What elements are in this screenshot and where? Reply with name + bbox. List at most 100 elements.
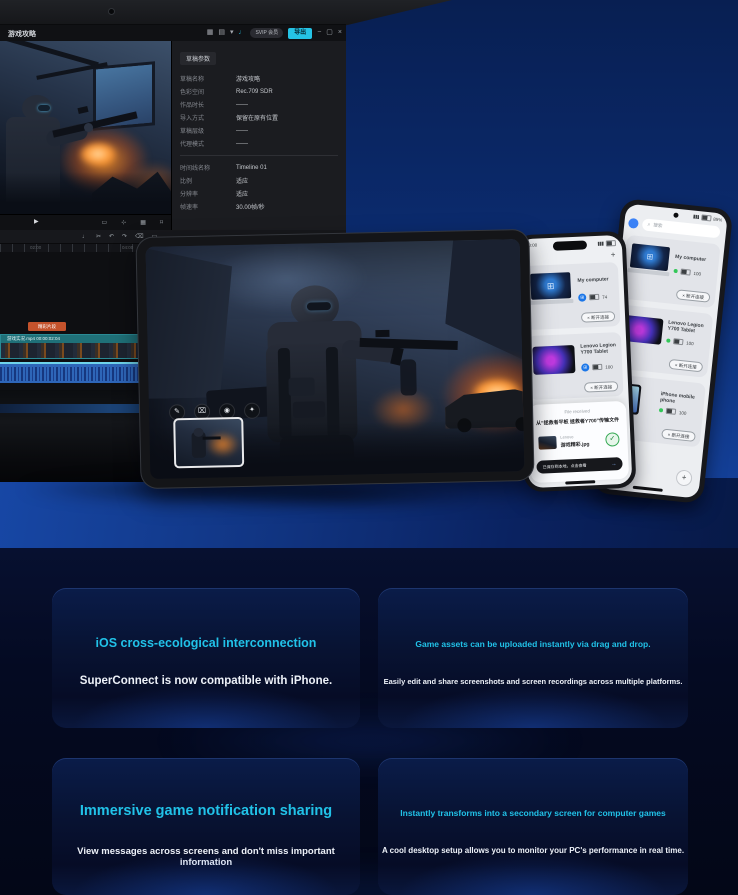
battery-icon: [592, 364, 602, 370]
rifle-scope: [375, 330, 389, 337]
undo-icon[interactable]: ↶: [109, 230, 114, 244]
home-indicator: [633, 486, 663, 492]
property-row: 分辨率适应: [180, 187, 338, 200]
property-label: 导入方式: [180, 113, 236, 122]
disconnect-button[interactable]: × 断开连接: [668, 359, 703, 372]
effects-button[interactable]: ✦: [244, 403, 260, 419]
property-label: 帧速率: [180, 202, 236, 211]
fit-icon[interactable]: ⊹: [121, 216, 126, 230]
battery-icon: [701, 214, 712, 221]
video-clip-label: 游戏实况.mp4 00:00:02:04: [1, 335, 143, 343]
property-row: 草稿层级——: [180, 124, 338, 137]
property-label: 比例: [180, 176, 236, 185]
soldier-visor: [307, 302, 331, 311]
rifle-scope: [77, 106, 88, 114]
disconnect-label: 断开连接: [594, 384, 612, 390]
avatar[interactable]: [628, 218, 639, 229]
saved-banner[interactable]: 已保存到本地，点击查看 →: [536, 457, 622, 474]
maximize-icon[interactable]: ▢: [326, 25, 333, 41]
record-icon: ◉: [224, 407, 230, 414]
windows-logo-icon: ⊞: [630, 243, 670, 271]
mic-icon[interactable]: ♩: [82, 230, 88, 244]
check-icon: ✓: [609, 435, 615, 442]
property-row: 帧速率30.00帧/秒: [180, 200, 338, 213]
minimize-icon[interactable]: −: [317, 25, 321, 41]
battery-percent: 85%: [713, 216, 722, 222]
disconnect-button[interactable]: × 断开连接: [676, 289, 711, 302]
ruler-label: 04:00: [122, 245, 133, 250]
success-check-badge: ✓: [605, 432, 620, 447]
feature-title: iOS cross-ecological interconnection: [52, 636, 360, 650]
feature-card: iOS cross-ecological interconnection Sup…: [52, 588, 360, 728]
disconnect-label: 断开连接: [591, 314, 609, 320]
device-battery: 100: [605, 364, 613, 369]
panel-toggle-icon[interactable]: ▤: [218, 25, 225, 41]
play-icon[interactable]: ▶: [34, 218, 39, 225]
disconnect-button[interactable]: × 断开连接: [581, 311, 615, 322]
connected-dot: [666, 338, 670, 342]
layout-icon[interactable]: ▦: [207, 25, 214, 41]
property-value: 30.00帧/秒: [236, 202, 265, 211]
search-icon: ⌕: [647, 221, 651, 228]
fire-glow: [205, 431, 240, 458]
feature-card: Instantly transforms into a secondary sc…: [378, 758, 688, 895]
ratio-icon[interactable]: ▭: [102, 216, 108, 230]
feature-card: Immersive game notification sharing View…: [52, 758, 360, 895]
vest-pouch: [293, 401, 325, 418]
property-value: ——: [236, 128, 248, 134]
tablet: ✎ ⌧ ◉ ✦: [136, 230, 533, 488]
disconnect-button[interactable]: × 断开连接: [584, 381, 618, 392]
property-value: ——: [236, 141, 248, 147]
laptop-thumbnail: ⊞: [528, 272, 573, 306]
add-device-button[interactable]: +: [675, 469, 693, 487]
vip-badge[interactable]: SVIP 会员: [250, 28, 283, 38]
device-name: Lenovo Legion Y700 Tablet: [580, 342, 620, 356]
disconnect-label: 断开连接: [679, 362, 697, 369]
split-icon[interactable]: ✂: [96, 230, 101, 244]
file-name: 游戏精彩.jpg: [560, 440, 589, 448]
property-value: Rec.709 SDR: [236, 89, 273, 95]
screenshot-preview[interactable]: [173, 417, 244, 468]
property-row: 作品时长——: [180, 98, 338, 111]
property-label: 作品时长: [180, 100, 236, 109]
audio-clip[interactable]: [0, 362, 144, 383]
video-clip[interactable]: 游戏实况.mp4 00:00:02:04: [0, 334, 144, 359]
windows-badge: ⊞: [581, 363, 589, 371]
feature-title: Game assets can be uploaded instantly vi…: [378, 639, 688, 649]
home-indicator: [565, 480, 595, 484]
panel-tab[interactable]: 草稿参数: [180, 52, 216, 65]
property-value: 保留在原有位置: [236, 113, 278, 122]
grid-icon[interactable]: ▦: [140, 216, 146, 230]
tablet-thumbnail: [532, 345, 575, 375]
property-label: 分辨率: [180, 189, 236, 198]
clip-marker-badge[interactable]: 精彩片段: [28, 322, 66, 331]
connected-dot: [673, 269, 677, 273]
file-received-sheet: File received 从“拯救者平板 拯救者Y700”传输文件 Lenov…: [528, 401, 629, 483]
battery-icon: [673, 338, 684, 345]
property-value: 适应: [236, 189, 248, 198]
disconnect-button[interactable]: × 断开连接: [661, 428, 696, 441]
export-button[interactable]: 导出: [288, 28, 312, 39]
property-row: 比例适应: [180, 174, 338, 187]
add-button[interactable]: +: [611, 250, 616, 259]
laptop-camera: [108, 8, 115, 15]
close-icon: ×: [675, 362, 678, 367]
redo-icon[interactable]: ↷: [122, 230, 127, 244]
property-row: 时间线名称Timeline 01: [180, 161, 338, 174]
front-camera: [673, 212, 678, 217]
fullscreen-icon[interactable]: ⌑: [160, 216, 163, 230]
sheet-title: File received: [528, 407, 626, 416]
search-bar[interactable]: ⌕ 搜索: [642, 218, 721, 238]
device-card[interactable]: Lenovo Legion Y700 Tablet ⊞ 100 × 断开连接: [527, 332, 624, 400]
feature-title: Immersive game notification sharing: [52, 803, 360, 819]
close-icon[interactable]: ×: [338, 25, 342, 41]
vest-pouch: [288, 377, 314, 396]
caret-down-icon[interactable]: ▾: [230, 25, 234, 41]
property-row: 代理模式——: [180, 137, 338, 150]
soldier-hand: [84, 123, 93, 132]
rifle-magazine: [390, 347, 404, 366]
signal-icon: [693, 215, 699, 220]
device-card[interactable]: ⊞ My computer 100 × 断开连接: [620, 235, 720, 308]
device-card[interactable]: ⊞ My computer ⊞ 74 × 断开连接: [524, 262, 621, 330]
mic-icon[interactable]: ♩: [238, 25, 245, 41]
